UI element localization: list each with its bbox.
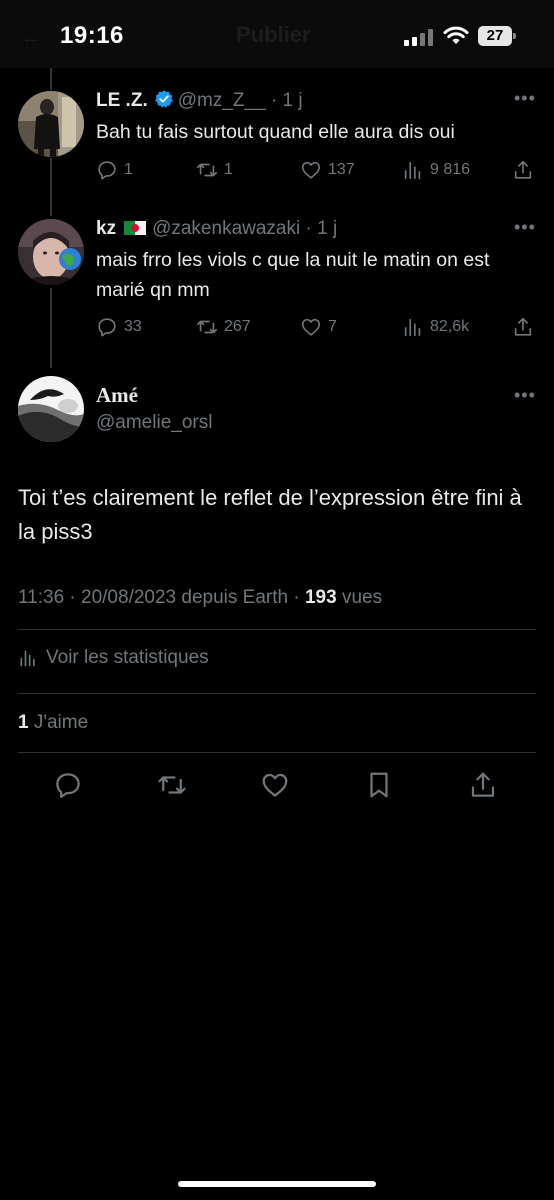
avatar[interactable] xyxy=(18,219,84,285)
main-author-name[interactable]: Amé xyxy=(96,383,138,408)
view-stats-label: Voir les statistiques xyxy=(46,647,209,668)
share-icon xyxy=(514,317,532,336)
retweet-count: 267 xyxy=(224,318,251,335)
views-button[interactable]: 82,6k xyxy=(402,316,469,338)
main-author-handle[interactable]: @amelie_orsl xyxy=(96,412,212,434)
main-tweet-text: Toi t’es clairement le reflet de l’expre… xyxy=(18,485,522,544)
home-indicator[interactable] xyxy=(178,1181,376,1187)
reply-text: mais frro les viols c que la nuit le mat… xyxy=(96,249,490,301)
divider xyxy=(18,629,536,630)
views-icon xyxy=(404,318,421,337)
reply-actions: 33 267 7 82,6k xyxy=(96,316,536,340)
bookmark-icon[interactable] xyxy=(364,770,394,800)
like-icon[interactable] xyxy=(260,770,290,800)
like-icon xyxy=(301,318,321,336)
views-count: 82,6k xyxy=(430,318,470,335)
tweet-meta: 11:36 · 20/08/2023 depuis Earth · 193 vu… xyxy=(18,587,382,609)
views-count: 193 xyxy=(304,587,337,608)
tweet-timestamp: 11:36 · 20/08/2023 depuis Earth · xyxy=(18,587,305,608)
likes-label: J'aime xyxy=(28,712,89,733)
retweet-button[interactable]: 267 xyxy=(196,316,251,338)
more-icon[interactable]: ••• xyxy=(514,217,536,238)
reply-button[interactable]: 33 xyxy=(96,316,142,338)
algeria-flag-icon xyxy=(124,219,147,235)
main-avatar[interactable] xyxy=(18,376,84,442)
divider xyxy=(18,693,536,694)
reply-count: 33 xyxy=(124,318,142,335)
reply-tweet[interactable]: kz @zakenkawazaki · 1 j ••• mais frro les… xyxy=(0,0,554,360)
likes-summary[interactable]: 1 J'aime xyxy=(18,712,88,734)
reply-icon xyxy=(98,318,116,337)
retweet-icon[interactable] xyxy=(157,770,187,800)
view-stats-link[interactable]: Voir les statistiques xyxy=(18,647,209,669)
more-icon[interactable]: ••• xyxy=(514,385,536,406)
likes-count: 1 xyxy=(18,712,29,733)
share-button[interactable] xyxy=(512,316,540,338)
like-count: 7 xyxy=(328,318,337,335)
tweet-age: · 1 j xyxy=(305,218,338,239)
like-button[interactable]: 7 xyxy=(300,316,337,338)
author-handle[interactable]: @zakenkawazaki xyxy=(152,218,300,239)
reply-icon[interactable] xyxy=(53,770,83,800)
author-name[interactable]: kz xyxy=(96,218,116,239)
share-icon[interactable] xyxy=(468,770,498,800)
retweet-icon xyxy=(197,320,217,334)
stats-icon xyxy=(20,650,35,667)
views-label: vues xyxy=(336,587,383,608)
main-tweet-actions xyxy=(0,770,554,802)
reply-header: kz @zakenkawazaki · 1 j xyxy=(96,218,337,240)
divider xyxy=(18,752,536,753)
